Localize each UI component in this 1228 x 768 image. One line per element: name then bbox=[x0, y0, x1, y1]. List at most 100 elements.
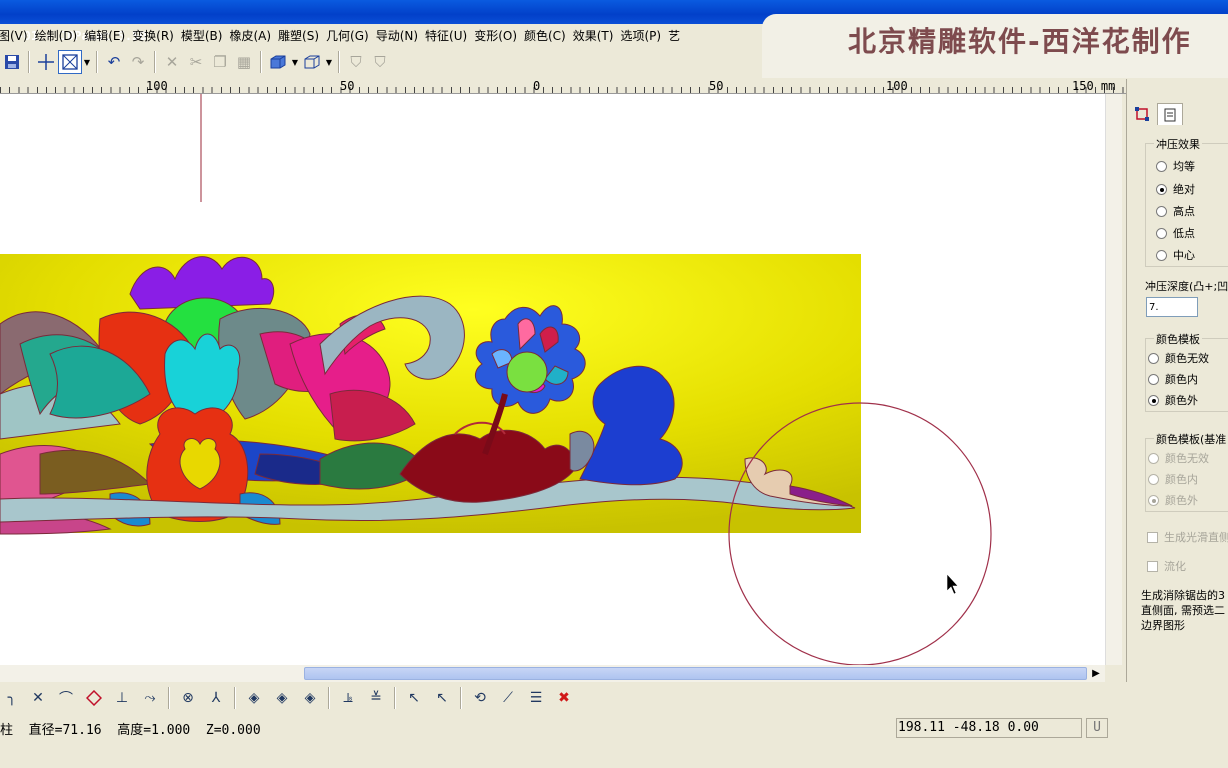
fit-view-icon[interactable] bbox=[58, 50, 82, 74]
chevron-down-icon[interactable]: ▼ bbox=[290, 58, 300, 67]
trim-icon[interactable]: ✕ bbox=[24, 686, 52, 710]
align-icon[interactable]: ⫡ bbox=[334, 686, 362, 710]
cut-icon[interactable]: ✂ bbox=[184, 50, 208, 74]
tab-edit[interactable] bbox=[1129, 103, 1155, 125]
stamp-depth-input[interactable] bbox=[1146, 297, 1198, 317]
toolbar-separator bbox=[338, 51, 340, 73]
copy-icon[interactable]: ❐ bbox=[208, 50, 232, 74]
menu-transform[interactable]: 变换(R) bbox=[132, 27, 181, 44]
smooth-side-checkbox[interactable]: 生成光滑直侧 bbox=[1147, 529, 1228, 545]
help-text-line: 边界图形 bbox=[1141, 619, 1185, 632]
region-icon-3[interactable]: ◈ bbox=[296, 686, 324, 710]
tab-document[interactable] bbox=[1157, 103, 1183, 125]
canvas-drawing bbox=[0, 94, 992, 665]
paste-icon[interactable]: ▦ bbox=[232, 50, 256, 74]
cancel-icon[interactable]: ✖ bbox=[550, 686, 578, 710]
document-icon bbox=[1164, 108, 1176, 121]
ruler-label: 0 bbox=[533, 79, 541, 93]
toolbar-separator bbox=[28, 51, 30, 73]
vertical-scrollbar[interactable] bbox=[1105, 94, 1122, 665]
view-wire-icon[interactable] bbox=[300, 50, 324, 74]
radio-low[interactable]: 低点 bbox=[1156, 225, 1195, 241]
menu-color[interactable]: 颜色(C) bbox=[524, 27, 573, 44]
drawing-canvas[interactable] bbox=[0, 94, 1105, 665]
save-icon[interactable] bbox=[0, 50, 24, 74]
watermark-text: 北京精雕软件-西洋花制作 bbox=[848, 25, 1192, 58]
menu-eraser[interactable]: 橡皮(A) bbox=[229, 27, 278, 44]
radio-color-none[interactable]: 颜色无效 bbox=[1148, 350, 1209, 366]
ruler-label: 100 bbox=[146, 79, 168, 93]
pick-icon[interactable]: ↖ bbox=[400, 686, 428, 710]
menu-sweep[interactable]: 导动(N) bbox=[376, 27, 425, 44]
radio-base-inside[interactable]: 颜色内 bbox=[1148, 471, 1198, 487]
radio-dot bbox=[1156, 160, 1167, 172]
redo-icon[interactable]: ↷ bbox=[126, 50, 150, 74]
chevron-down-icon[interactable]: ▼ bbox=[324, 58, 334, 67]
menu-model[interactable]: 模型(B) bbox=[181, 27, 230, 44]
view-3d-icon[interactable] bbox=[266, 50, 290, 74]
list-icon[interactable]: ☰ bbox=[522, 686, 550, 710]
arc-icon[interactable]: ⌒ bbox=[52, 686, 80, 710]
help-text-line: 直侧面, 需预选二 bbox=[1141, 604, 1225, 617]
stamp-depth-label: 冲压深度(凸+;凹 bbox=[1145, 280, 1228, 293]
toolbar-separator bbox=[154, 51, 156, 73]
status-bar: 柱 直径=71.16 高度=1.000 Z=0.000 198.11 -48.1… bbox=[0, 716, 1228, 740]
menu-options[interactable]: 选项(P) bbox=[620, 27, 668, 44]
radio-color-inside[interactable]: 颜色内 bbox=[1148, 371, 1198, 387]
menu-edit[interactable]: 编辑(E) bbox=[84, 27, 132, 44]
region-icon-1[interactable]: ◈ bbox=[240, 686, 268, 710]
menu-art[interactable]: 艺 bbox=[668, 27, 687, 44]
crosshair-icon[interactable] bbox=[34, 50, 58, 74]
tangent-icon[interactable]: ⤳ bbox=[136, 686, 164, 710]
radio-absolute[interactable]: 绝对 bbox=[1156, 181, 1195, 197]
panel-tabs bbox=[1127, 101, 1228, 127]
checkbox-box bbox=[1147, 560, 1158, 572]
shade-icon-2[interactable]: ⛉ bbox=[368, 50, 392, 74]
menu-draw[interactable]: 绘制(D) bbox=[35, 27, 85, 44]
unpick-icon[interactable]: ↖ bbox=[428, 686, 456, 710]
radio-high[interactable]: 高点 bbox=[1156, 203, 1195, 219]
undo-icon[interactable]: ↶ bbox=[102, 50, 126, 74]
toolbar-separator bbox=[96, 51, 98, 73]
bottom-toolbar: ╮ ✕ ⌒ ⊥ ⤳ ⊗ ⅄ ◈ ◈ ◈ ⫡ ≚ ↖ ↖ ⟲ ⟋ ☰ ✖ bbox=[0, 684, 1228, 712]
radio-base-none[interactable]: 颜色无效 bbox=[1148, 450, 1209, 466]
shade-icon-1[interactable]: ⛉ bbox=[344, 50, 368, 74]
node-icon[interactable] bbox=[80, 686, 108, 710]
chevron-down-icon[interactable]: ▼ bbox=[82, 58, 92, 67]
stamp-effect-title: 冲压效果 bbox=[1154, 136, 1202, 152]
scroll-right-icon[interactable]: ▶ bbox=[1088, 665, 1104, 682]
menu-deform[interactable]: 变形(O) bbox=[474, 27, 524, 44]
node-edit-icon bbox=[1135, 107, 1149, 121]
menu-effect[interactable]: 效果(T) bbox=[573, 27, 621, 44]
radio-dot bbox=[1148, 373, 1159, 385]
toolbar-separator bbox=[328, 687, 330, 709]
color-template-group: 颜色模板 颜色无效 颜色内 颜色外 bbox=[1145, 331, 1228, 412]
radio-dot bbox=[1148, 473, 1159, 485]
radio-dot bbox=[1148, 352, 1159, 364]
menu-view[interactable]: 图(V) bbox=[0, 27, 35, 44]
menu-sculpt[interactable]: 雕塑(S) bbox=[278, 27, 326, 44]
streamline-checkbox[interactable]: 流化 bbox=[1147, 558, 1186, 574]
cursor-coordinates: 198.11 -48.18 0.00 bbox=[896, 718, 1082, 738]
horizontal-ruler: 100 50 0 50 100 150 mm bbox=[0, 79, 1126, 94]
scrollbar-thumb[interactable] bbox=[304, 667, 1087, 680]
radio-color-outside[interactable]: 颜色外 bbox=[1148, 392, 1198, 408]
perpendicular-icon[interactable]: ⊥ bbox=[108, 686, 136, 710]
radio-dot bbox=[1148, 394, 1159, 406]
layer-icon[interactable]: ≚ bbox=[362, 686, 390, 710]
transform-icon[interactable]: ⟲ bbox=[466, 686, 494, 710]
unit-button[interactable]: U bbox=[1086, 718, 1108, 738]
radio-center[interactable]: 中心 bbox=[1156, 247, 1195, 263]
menu-feature[interactable]: 特征(U) bbox=[425, 27, 474, 44]
delete-icon[interactable]: ✕ bbox=[160, 50, 184, 74]
radio-dot bbox=[1148, 452, 1159, 464]
fillet-icon[interactable]: ╮ bbox=[0, 686, 24, 710]
menu-geometry[interactable]: 几何(G) bbox=[326, 27, 376, 44]
horizontal-scrollbar[interactable]: ▶ bbox=[0, 665, 1105, 682]
angle-icon[interactable]: ⅄ bbox=[202, 686, 230, 710]
measure-icon[interactable]: ⟋ bbox=[494, 686, 522, 710]
radio-even[interactable]: 均等 bbox=[1156, 158, 1195, 174]
region-icon-2[interactable]: ◈ bbox=[268, 686, 296, 710]
intersect-icon[interactable]: ⊗ bbox=[174, 686, 202, 710]
radio-base-outside[interactable]: 颜色外 bbox=[1148, 492, 1198, 508]
